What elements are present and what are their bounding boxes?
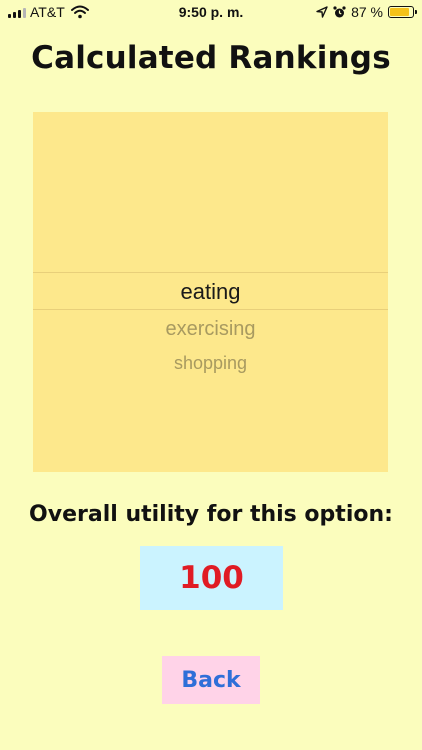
utility-value-box: 100 [140,546,283,610]
utility-value: 100 [179,560,244,596]
battery-percent: 87 % [351,4,383,20]
status-right: 87 % [316,4,417,20]
status-bar: AT&T 9:50 p. m. 87 % [0,0,422,26]
page-title: Calculated Rankings [31,40,391,76]
alarm-icon [333,5,346,17]
ranking-picker[interactable]: eating exercising shopping [33,112,388,472]
picker-item[interactable]: exercising [33,318,388,341]
picker-item-selected[interactable]: eating [33,279,388,305]
picker-item[interactable]: shopping [33,353,388,374]
battery-icon [388,6,417,18]
location-icon [316,6,328,18]
utility-label: Overall utility for this option: [29,502,393,527]
battery-fill [390,8,410,16]
back-button[interactable]: Back [162,656,260,704]
